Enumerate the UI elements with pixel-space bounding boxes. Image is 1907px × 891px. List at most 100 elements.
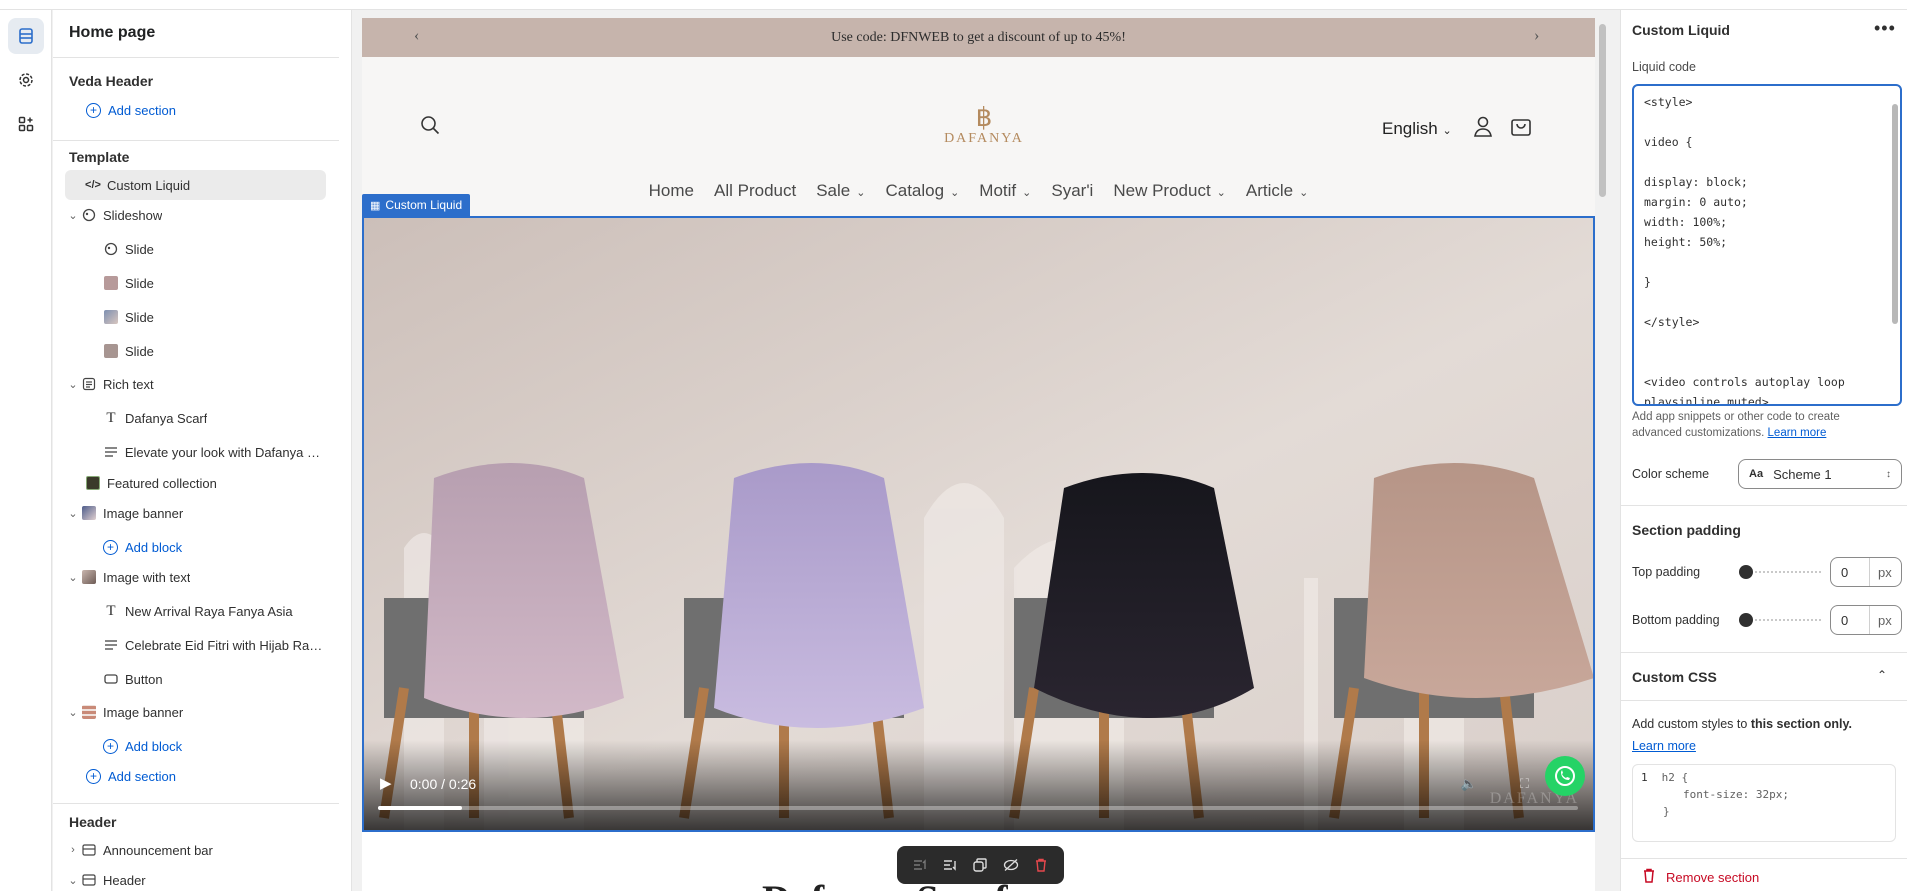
bottom-padding-input[interactable]: 0 px	[1830, 605, 1902, 635]
section-label: Header	[103, 872, 146, 888]
section-announcement-bar[interactable]: › Announcement bar	[65, 835, 326, 865]
hide-eye-icon[interactable]	[1000, 854, 1022, 876]
section-rich-text[interactable]: ⌄ Rich text	[65, 369, 326, 399]
block-label: Elevate your look with Dafanya S...	[124, 444, 325, 460]
custom-css-heading[interactable]: Custom CSS	[1632, 669, 1717, 685]
logo-mark-icon: ฿	[975, 103, 993, 132]
chevron-down-icon: ⌄	[1022, 187, 1032, 199]
block-text[interactable]: Elevate your look with Dafanya S...	[103, 437, 325, 467]
chevron-down-icon[interactable]: ⌄	[65, 507, 81, 520]
add-section-button-top[interactable]: + Add section	[86, 95, 176, 125]
chevron-down-icon[interactable]: ⌄	[65, 571, 81, 584]
section-featured-collection[interactable]: Featured collection	[65, 468, 326, 498]
block-slide-1[interactable]: Slide	[103, 234, 325, 264]
search-icon[interactable]	[420, 115, 440, 140]
add-block-button[interactable]: + Add block	[103, 532, 325, 562]
section-slideshow[interactable]: ⌄ Slideshow	[65, 200, 326, 230]
rich-text-icon	[81, 376, 97, 392]
nav-item[interactable]: Syar'i	[1051, 181, 1093, 201]
bottom-padding-slider[interactable]	[1739, 613, 1821, 627]
slider-knob[interactable]	[1739, 613, 1753, 627]
custom-css-editor[interactable]: 1 h2 { font-size: 32px; }	[1632, 764, 1896, 842]
nav-item[interactable]: Catalog ⌄	[885, 181, 959, 201]
section-image-banner-2[interactable]: ⌄ Image banner	[65, 697, 326, 727]
add-block-button[interactable]: + Add block	[103, 731, 325, 761]
chevron-right-icon[interactable]: ›	[1534, 27, 1539, 45]
cart-icon[interactable]	[1510, 115, 1532, 142]
add-section-button[interactable]: + Add section	[86, 761, 326, 791]
chevron-right-icon[interactable]: ›	[65, 844, 81, 856]
add-block-label: Add block	[125, 738, 183, 754]
store-logo[interactable]: ฿ DAFANYA	[939, 105, 1029, 147]
section-image-with-text[interactable]: ⌄ Image with text	[65, 562, 326, 592]
block-slide-2[interactable]: Slide	[103, 268, 325, 298]
section-label: Rich text	[103, 376, 154, 392]
add-block-label: Add block	[125, 539, 183, 555]
block-button[interactable]: Button	[103, 664, 325, 694]
duplicate-icon[interactable]	[969, 854, 991, 876]
nav-item[interactable]: Sale ⌄	[816, 181, 865, 201]
nav-item[interactable]: Home	[649, 181, 694, 201]
apps-nav-button[interactable]	[8, 106, 44, 142]
play-icon[interactable]: ▶	[380, 774, 392, 792]
remove-section-button[interactable]: Remove section	[1642, 868, 1759, 886]
section-label: Custom Liquid	[107, 177, 191, 193]
more-options-icon[interactable]: •••	[1874, 18, 1896, 39]
learn-more-link[interactable]: Learn more	[1768, 427, 1827, 439]
divider	[1621, 700, 1907, 701]
add-section-label: Add section	[108, 768, 176, 784]
trash-icon[interactable]	[1030, 854, 1052, 876]
top-padding-slider[interactable]	[1739, 565, 1821, 579]
move-up-icon[interactable]	[909, 854, 931, 876]
unit-label: px	[1869, 558, 1892, 586]
preview-scrollbar[interactable]	[1598, 18, 1608, 891]
volume-icon[interactable]: 🔈	[1461, 776, 1477, 792]
block-label: Button	[125, 671, 163, 687]
language-selector[interactable]: English ⌄	[1382, 119, 1452, 139]
nav-item[interactable]: Motif ⌄	[979, 181, 1031, 201]
block-label: New Arrival Raya Fanya Asia	[125, 603, 293, 619]
move-down-icon[interactable]	[939, 854, 961, 876]
chevron-down-icon[interactable]: ⌄	[65, 378, 81, 391]
code-scrollbar[interactable]	[1892, 104, 1898, 324]
slider-knob[interactable]	[1739, 565, 1753, 579]
settings-nav-button[interactable]	[8, 62, 44, 98]
video-frame-image	[364, 218, 1593, 830]
chevron-up-icon[interactable]: ⌃	[1877, 668, 1887, 682]
section-image-banner-1[interactable]: ⌄ Image banner	[65, 498, 326, 528]
color-scheme-select[interactable]: Aa Scheme 1 ↕	[1738, 459, 1902, 489]
block-label: Slide	[125, 309, 154, 325]
nav-item[interactable]: All Product	[714, 181, 796, 201]
heading-t-icon: T	[106, 602, 116, 619]
css-learn-more-link[interactable]: Learn more	[1632, 739, 1696, 753]
block-text[interactable]: Celebrate Eid Fitri with Hijab Ray...	[103, 630, 325, 660]
whatsapp-icon[interactable]	[1545, 756, 1585, 796]
section-selected-tag[interactable]: ▦ Custom Liquid	[362, 194, 471, 216]
block-heading[interactable]: T New Arrival Raya Fanya Asia	[103, 596, 325, 626]
section-padding-heading: Section padding	[1632, 522, 1741, 538]
nav-item[interactable]: New Product ⌄	[1113, 181, 1226, 201]
scheme-swatch-icon: Aa	[1749, 468, 1764, 480]
section-header[interactable]: ⌄ Header	[65, 865, 326, 891]
block-heading[interactable]: T Dafanya Scarf	[103, 403, 325, 433]
nav-item[interactable]: Article ⌄	[1246, 181, 1308, 201]
section-label: Featured collection	[107, 475, 217, 491]
preview-scroll-thumb[interactable]	[1599, 24, 1606, 197]
top-padding-input[interactable]: 0 px	[1830, 557, 1902, 587]
section-custom-liquid[interactable]: </> Custom Liquid	[65, 170, 326, 200]
account-icon[interactable]	[1473, 115, 1493, 142]
liquid-code-editor[interactable]: <style> video { display: block; margin: …	[1632, 84, 1902, 406]
chevron-down-icon[interactable]: ⌄	[65, 209, 81, 222]
video-progress-bar[interactable]	[378, 806, 1578, 810]
block-slide-4[interactable]: Slide	[103, 336, 325, 366]
chevron-down-icon[interactable]: ⌄	[65, 706, 81, 719]
block-slide-3[interactable]: Slide	[103, 302, 325, 332]
plus-circle-icon: +	[86, 102, 101, 118]
sections-nav-button[interactable]	[8, 18, 44, 54]
video-player[interactable]: ▶ 0:00 / 0:26 🔈 ⛶ DAFANYA	[362, 216, 1595, 832]
gear-icon	[19, 73, 33, 87]
chevron-left-icon[interactable]: ‹	[414, 27, 419, 45]
section-settings-panel: Custom Liquid ••• Liquid code <style> vi…	[1620, 10, 1907, 891]
plus-circle-icon: +	[103, 539, 118, 555]
chevron-down-icon[interactable]: ⌄	[65, 874, 81, 887]
